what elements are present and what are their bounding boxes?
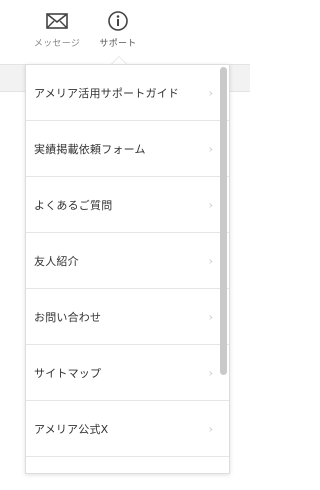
support-dropdown-menu: アメリア活用サポートガイド › 実績掲載依頼フォーム › よくあるご質問 › 友…: [25, 64, 230, 474]
menu-item-label: アメリア活用サポートガイド: [34, 86, 180, 100]
message-nav-button[interactable]: メッセージ: [27, 10, 87, 49]
menu-item-support-guide[interactable]: アメリア活用サポートガイド ›: [26, 65, 229, 121]
menu-item-label: 友人紹介: [34, 254, 79, 268]
support-menu-list: アメリア活用サポートガイド › 実績掲載依頼フォーム › よくあるご質問 › 友…: [26, 65, 229, 457]
menu-item-sitemap[interactable]: サイトマップ ›: [26, 345, 229, 401]
menu-item-faq[interactable]: よくあるご質問 ›: [26, 177, 229, 233]
top-navigation-bar: メッセージ サポート: [0, 0, 250, 64]
dropdown-caret: [111, 56, 127, 64]
menu-item-label: お問い合わせ: [34, 310, 102, 324]
menu-item-official-x[interactable]: アメリア公式X ›: [26, 401, 229, 457]
menu-item-label: 実績掲載依頼フォーム: [34, 142, 146, 156]
message-nav-label: メッセージ: [33, 39, 81, 49]
chevron-right-icon: ›: [208, 198, 213, 211]
chevron-right-icon: ›: [208, 366, 213, 379]
menu-scrollbar[interactable]: [220, 67, 227, 375]
menu-item-contact[interactable]: お問い合わせ ›: [26, 289, 229, 345]
menu-item-label: アメリア公式X: [34, 422, 109, 436]
support-nav-label: サポート: [99, 39, 137, 49]
chevron-right-icon: ›: [208, 310, 213, 323]
envelope-icon: [46, 13, 68, 29]
chevron-right-icon: ›: [208, 422, 213, 435]
menu-item-case-study-form[interactable]: 実績掲載依頼フォーム ›: [26, 121, 229, 177]
support-nav-button[interactable]: サポート: [88, 10, 148, 49]
chevron-right-icon: ›: [208, 254, 213, 267]
chevron-right-icon: ›: [208, 86, 213, 99]
menu-item-referral[interactable]: 友人紹介 ›: [26, 233, 229, 289]
info-icon: [108, 11, 128, 31]
menu-item-label: よくあるご質問: [34, 198, 113, 212]
menu-item-label: サイトマップ: [34, 366, 102, 380]
chevron-right-icon: ›: [208, 142, 213, 155]
